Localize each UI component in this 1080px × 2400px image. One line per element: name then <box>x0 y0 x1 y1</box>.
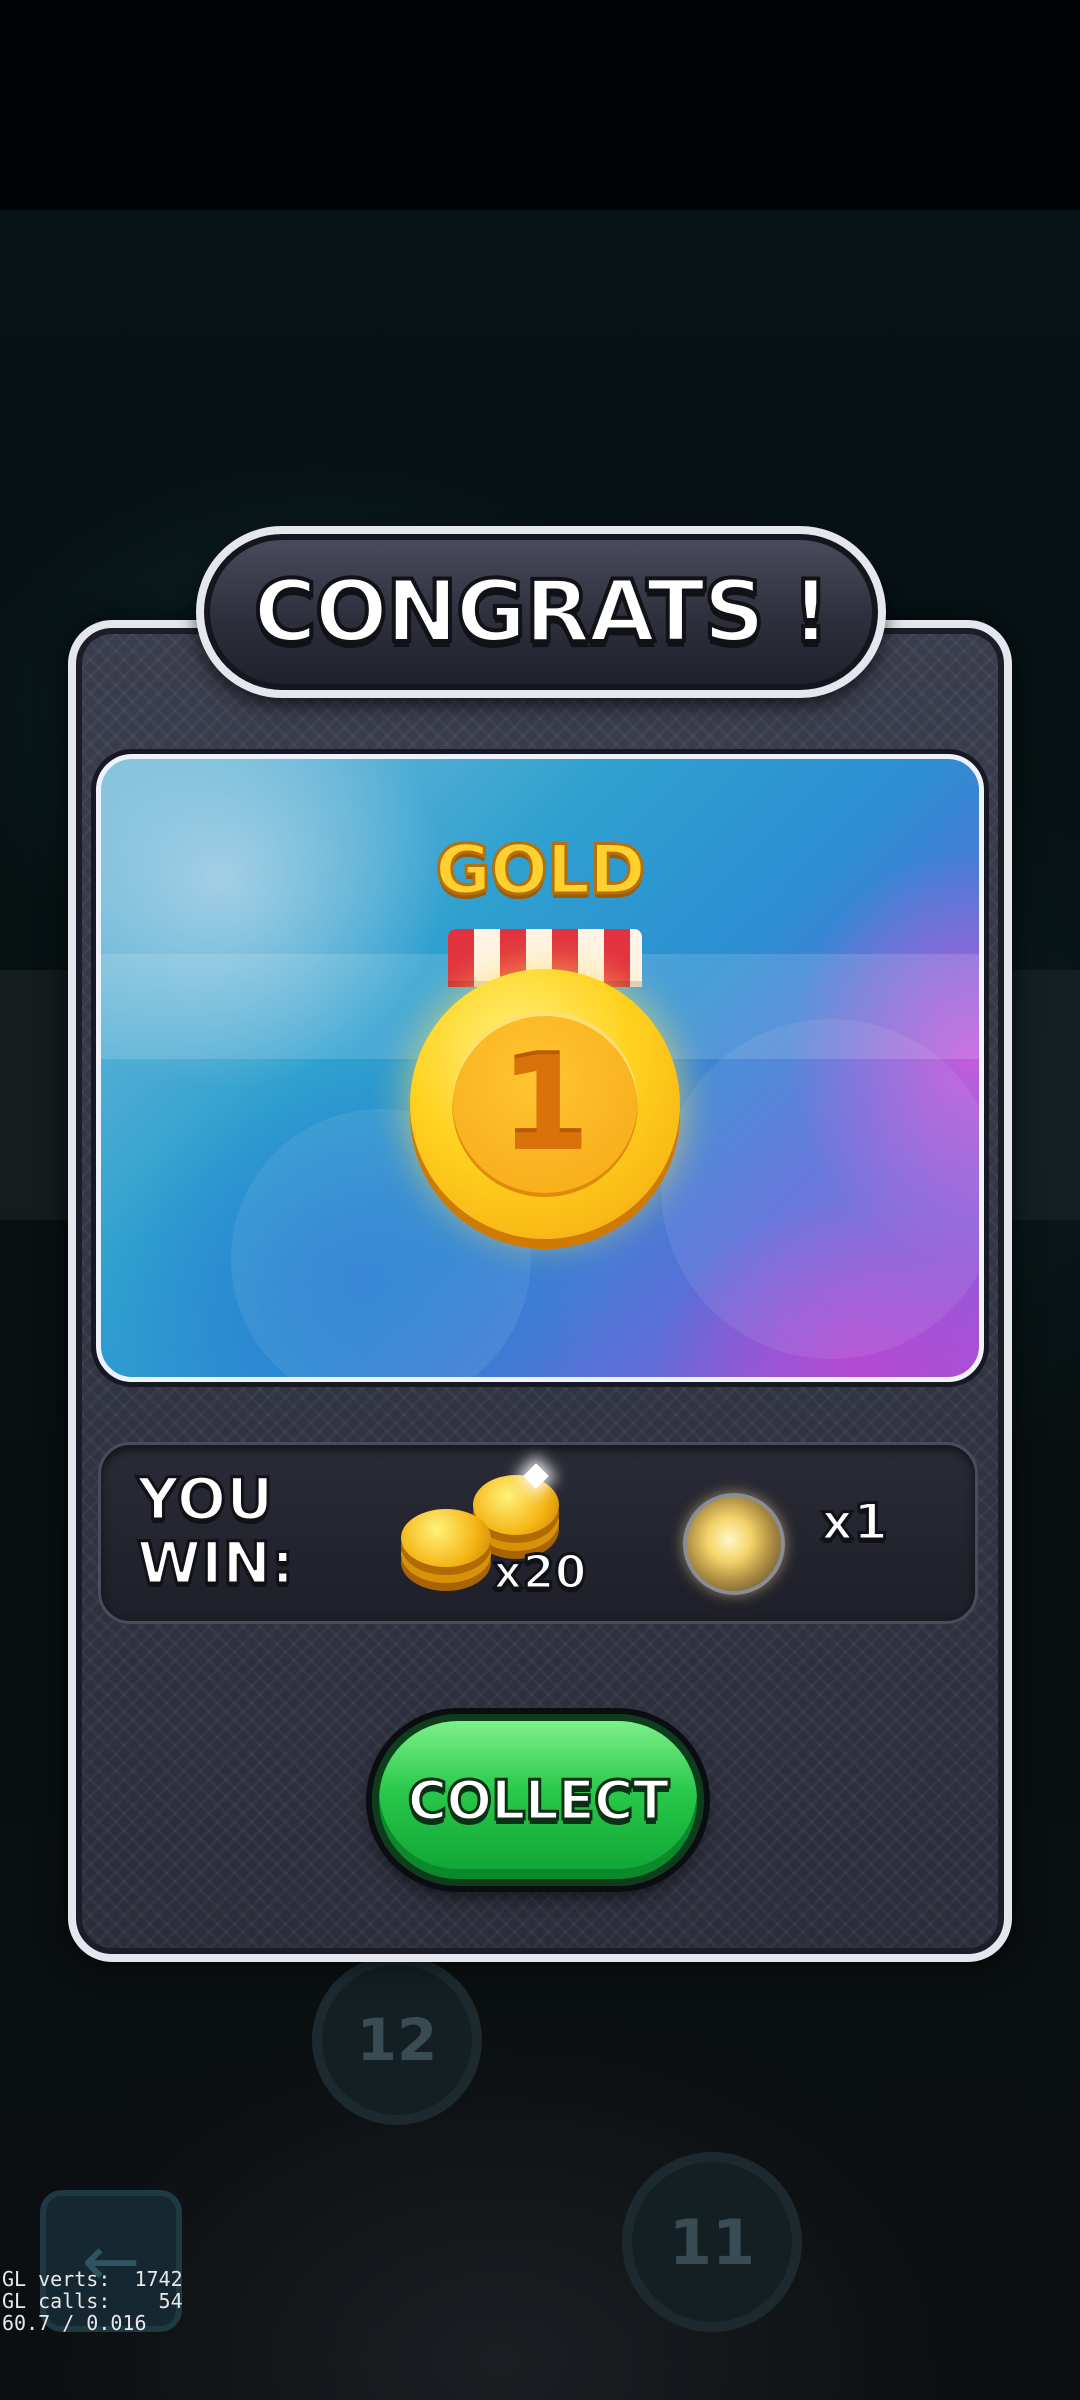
gold-medal-icon: 1 <box>410 929 680 1269</box>
coin-stack <box>401 1509 491 1567</box>
medal-coin: 1 <box>410 969 680 1239</box>
medal-tier-label: GOLD <box>434 830 647 912</box>
you-win-label: YOU WIN: <box>136 1465 296 1597</box>
debug-overlay: GL verts: 1742 GL calls: 54 60.7 / 0.016 <box>2 2268 183 2334</box>
medal-display: GOLD 1 <box>96 754 984 1382</box>
collect-button-label: COLLECT <box>406 1767 671 1833</box>
title-plate: CONGRATS ! <box>196 526 886 698</box>
coin-reward-count: x20 <box>492 1544 589 1601</box>
debug-line: GL calls: 54 <box>2 2289 183 2313</box>
glowing-orb-icon <box>683 1493 785 1595</box>
debug-line: GL verts: 1742 <box>2 2267 183 2291</box>
medal-rank: 1 <box>452 1011 638 1197</box>
bokeh-circle <box>661 1019 979 1359</box>
rewards-bar: YOU WIN: x20 x1 <box>98 1442 978 1624</box>
orb-reward-count: x1 <box>819 1492 889 1553</box>
popup-title: CONGRATS ! <box>252 560 833 664</box>
collect-button[interactable]: COLLECT <box>372 1714 704 1886</box>
debug-line: 60.7 / 0.016 <box>2 2311 147 2335</box>
